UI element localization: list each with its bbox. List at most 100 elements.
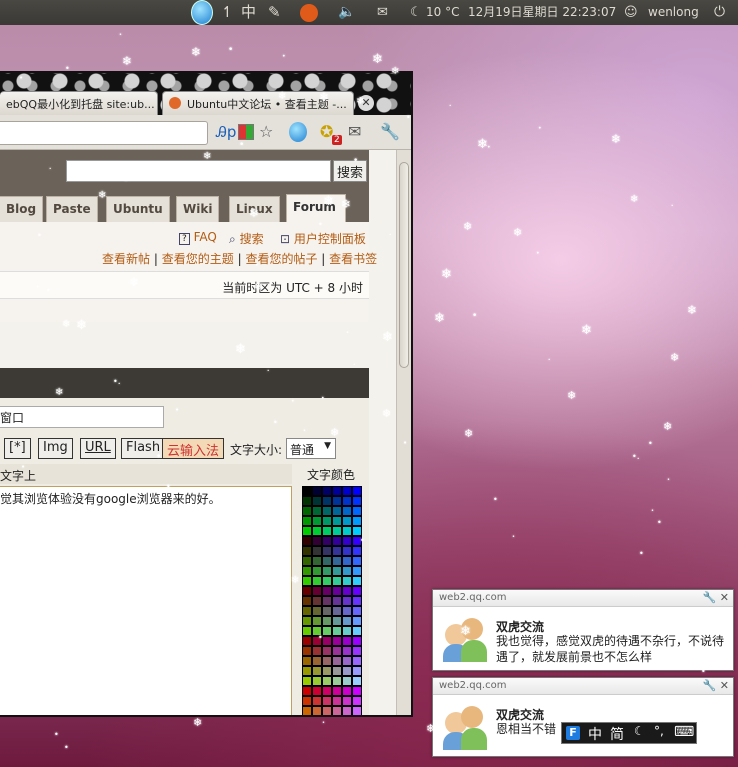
color-swatch[interactable] <box>322 546 332 556</box>
color-swatch[interactable] <box>312 546 322 556</box>
color-swatch[interactable] <box>342 576 352 586</box>
color-swatch[interactable] <box>312 716 322 717</box>
color-swatch[interactable] <box>302 636 312 646</box>
qq-extension-icon[interactable] <box>289 122 307 142</box>
color-swatch[interactable] <box>302 576 312 586</box>
color-swatch[interactable] <box>342 596 352 606</box>
nav-tab-wiki[interactable]: Wiki <box>176 196 220 222</box>
color-swatch[interactable] <box>342 696 352 706</box>
color-swatch[interactable] <box>342 676 352 686</box>
scrollbar-thumb[interactable] <box>399 162 409 368</box>
color-picker-icon[interactable] <box>238 124 254 140</box>
color-swatch[interactable] <box>322 676 332 686</box>
color-swatch[interactable] <box>302 546 312 556</box>
cloud-ime-button[interactable]: 云输入法 <box>162 438 225 459</box>
subject-input[interactable]: 窗口 <box>0 406 164 428</box>
list-item-button[interactable]: [*] <box>4 438 31 459</box>
font-size-select[interactable]: 普通 ▼ <box>286 438 336 459</box>
color-swatch[interactable] <box>322 716 332 717</box>
color-swatch[interactable] <box>332 716 342 717</box>
color-swatch[interactable] <box>332 626 342 636</box>
color-swatch[interactable] <box>352 616 362 626</box>
color-swatch[interactable] <box>312 666 322 676</box>
color-swatch[interactable] <box>322 636 332 646</box>
color-swatch[interactable] <box>352 506 362 516</box>
color-swatch[interactable] <box>302 616 312 626</box>
color-swatch[interactable] <box>352 636 362 646</box>
color-swatch[interactable] <box>342 616 352 626</box>
color-swatch[interactable] <box>322 496 332 506</box>
color-swatch[interactable] <box>312 526 322 536</box>
color-swatch[interactable] <box>332 686 342 696</box>
color-swatch[interactable] <box>352 716 362 717</box>
color-swatch[interactable] <box>322 706 332 715</box>
color-swatch[interactable] <box>312 586 322 596</box>
half-width-icon[interactable]: ☾ <box>634 724 645 738</box>
site-search-button[interactable]: 搜索 <box>333 160 368 182</box>
color-swatch[interactable] <box>322 526 332 536</box>
color-swatch[interactable] <box>312 496 322 506</box>
update-icon[interactable] <box>300 4 318 22</box>
color-swatch[interactable] <box>332 536 342 546</box>
color-swatch[interactable] <box>312 506 322 516</box>
color-swatch[interactable] <box>342 716 352 717</box>
color-swatch[interactable] <box>332 586 342 596</box>
chat-icon[interactable]: ☺ <box>624 0 638 25</box>
color-swatch[interactable] <box>302 706 312 715</box>
color-swatch[interactable] <box>312 626 322 636</box>
color-swatch[interactable] <box>352 596 362 606</box>
color-swatch[interactable] <box>302 646 312 656</box>
color-swatch[interactable] <box>302 656 312 666</box>
color-swatch[interactable] <box>352 496 362 506</box>
color-swatch[interactable] <box>352 546 362 556</box>
color-swatch[interactable] <box>332 566 342 576</box>
input-method-indicator[interactable]: 中 <box>241 0 256 25</box>
your-posts-link[interactable]: 查看您的帖子 <box>245 252 317 266</box>
keyboard-icon[interactable]: ↿ <box>221 0 234 25</box>
color-swatch[interactable] <box>302 536 312 546</box>
color-swatch[interactable] <box>332 666 342 676</box>
color-swatch[interactable] <box>332 556 342 566</box>
color-swatch[interactable] <box>352 666 362 676</box>
color-swatch[interactable] <box>322 486 332 496</box>
color-swatch[interactable] <box>322 666 332 676</box>
color-swatch[interactable] <box>352 556 362 566</box>
color-swatch[interactable] <box>352 626 362 636</box>
color-swatch[interactable] <box>302 586 312 596</box>
color-swatch[interactable] <box>342 666 352 676</box>
vertical-scrollbar[interactable] <box>396 150 411 715</box>
color-swatch[interactable] <box>332 616 342 626</box>
color-swatch[interactable] <box>302 596 312 606</box>
color-swatch[interactable] <box>352 576 362 586</box>
color-swatch[interactable] <box>352 536 362 546</box>
color-swatch[interactable] <box>352 566 362 576</box>
color-swatch[interactable] <box>322 686 332 696</box>
color-swatch[interactable] <box>312 676 322 686</box>
color-swatch[interactable] <box>322 626 332 636</box>
color-swatch[interactable] <box>302 686 312 696</box>
notification-controls[interactable]: 🔧 ✕ <box>703 591 729 604</box>
color-swatch[interactable] <box>322 656 332 666</box>
nav-tab-linux[interactable]: Linux <box>229 196 280 222</box>
color-swatch[interactable] <box>322 586 332 596</box>
mail-icon[interactable]: ✉ <box>348 123 361 141</box>
color-swatch[interactable] <box>342 526 352 536</box>
color-swatch[interactable] <box>342 626 352 636</box>
qq-tray-icon[interactable] <box>191 0 213 25</box>
color-swatch[interactable] <box>322 596 332 606</box>
color-swatch[interactable] <box>302 566 312 576</box>
color-swatch[interactable] <box>342 486 352 496</box>
color-swatch[interactable] <box>302 696 312 706</box>
color-swatch[interactable] <box>352 526 362 536</box>
color-swatch[interactable] <box>312 486 322 496</box>
color-swatch[interactable] <box>352 656 362 666</box>
color-swatch[interactable] <box>322 566 332 576</box>
color-swatch[interactable] <box>332 636 342 646</box>
color-swatch[interactable] <box>312 556 322 566</box>
color-swatch[interactable] <box>342 546 352 556</box>
color-swatch[interactable] <box>312 656 322 666</box>
color-swatch[interactable] <box>342 706 352 715</box>
color-swatch[interactable] <box>352 696 362 706</box>
color-swatch[interactable] <box>312 566 322 576</box>
color-swatch[interactable] <box>322 506 332 516</box>
